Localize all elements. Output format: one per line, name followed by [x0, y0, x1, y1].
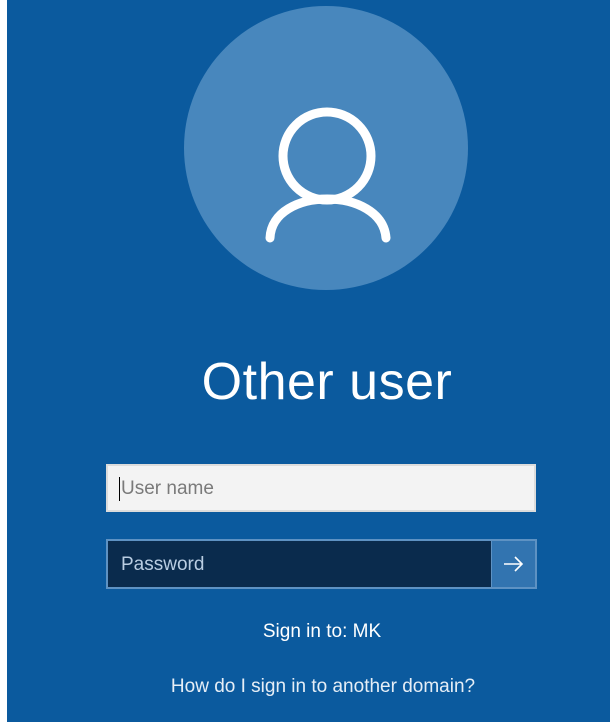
sign-in-target: Sign in to: MK: [262, 621, 382, 642]
user-avatar: [184, 6, 468, 290]
password-input[interactable]: Password: [106, 539, 537, 589]
user-display-name: Other user: [201, 353, 453, 411]
user-silhouette-icon: [265, 107, 391, 243]
username-placeholder: User name: [121, 478, 214, 499]
arrow-right-icon: [503, 556, 523, 572]
lock-screen: Other user User name Password Sign in to…: [7, 0, 610, 722]
submit-button[interactable]: [491, 541, 535, 587]
text-cursor: [119, 477, 120, 501]
another-domain-link[interactable]: How do I sign in to another domain?: [7, 675, 610, 699]
username-input[interactable]: User name: [106, 464, 536, 512]
password-placeholder: Password: [121, 554, 205, 575]
